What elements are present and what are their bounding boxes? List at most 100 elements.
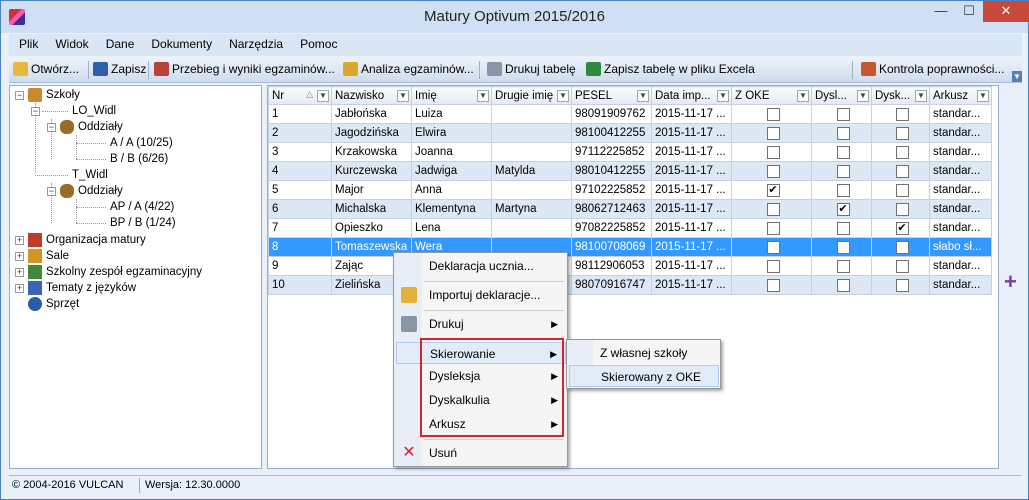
- table-row[interactable]: 3 Krzakowska Joanna 97112225852 2015-11-17 .…: [268, 142, 992, 162]
- toolbar-overflow-icon[interactable]: ▼: [1012, 71, 1022, 82]
- tree-item-class-bp[interactable]: BP / B (1/24): [110, 215, 176, 231]
- cell-pesel[interactable]: 97112225852: [571, 142, 652, 162]
- checkbox[interactable]: [836, 278, 850, 292]
- column-header-nr[interactable]: Nr △ ▼: [268, 86, 332, 105]
- cell-pesel[interactable]: 98010412255: [571, 161, 652, 181]
- open-button[interactable]: Otwórz...: [11, 60, 79, 80]
- menu-pomoc[interactable]: Pomoc: [290, 34, 344, 51]
- cell-data[interactable]: 2015-11-17 ...: [651, 275, 732, 295]
- cell-imie[interactable]: Elwira: [411, 123, 492, 143]
- cell-nr[interactable]: 4: [268, 161, 332, 181]
- cell-drugie[interactable]: [491, 218, 572, 238]
- save-excel-button[interactable]: Zapisz tabelę w pliku Excela: [584, 60, 755, 80]
- filter-dropdown-icon[interactable]: ▼: [477, 90, 489, 102]
- cell-nr[interactable]: 7: [268, 218, 332, 238]
- cell-dysk[interactable]: [871, 180, 930, 200]
- filter-dropdown-icon[interactable]: ▼: [797, 90, 809, 102]
- table-row[interactable]: 4 Kurczewska Jadwiga Matylda 98010412255 2015…: [268, 161, 992, 181]
- cell-nr[interactable]: 3: [268, 142, 332, 162]
- cell-dysk[interactable]: ✔: [871, 218, 930, 238]
- cell-arkusz[interactable]: standar...: [929, 218, 992, 238]
- checkbox[interactable]: [895, 259, 909, 273]
- cell-dysk[interactable]: [871, 161, 930, 181]
- checkbox[interactable]: [895, 145, 909, 159]
- cell-data[interactable]: 2015-11-17 ...: [651, 180, 732, 200]
- cell-arkusz[interactable]: standar...: [929, 180, 992, 200]
- menu-dane[interactable]: Dane: [96, 34, 142, 51]
- checkbox[interactable]: ✔: [836, 202, 850, 216]
- menu-item-print[interactable]: Drukuj ▶: [396, 313, 566, 335]
- filter-dropdown-icon[interactable]: ▼: [717, 90, 729, 102]
- tree-expand-icon[interactable]: +: [15, 284, 24, 293]
- cell-nazwisko[interactable]: Opieszko: [331, 218, 412, 238]
- table-row[interactable]: 7 Opieszko Lena 97082225852 2015-11-17 ... ✔ s…: [268, 218, 992, 238]
- tree-item-sale[interactable]: Sale: [46, 248, 69, 264]
- checkbox[interactable]: [895, 183, 909, 197]
- checkbox[interactable]: [766, 259, 780, 273]
- cell-imie[interactable]: Luiza: [411, 104, 492, 124]
- save-button[interactable]: Zapisz: [91, 60, 146, 80]
- table-row[interactable]: 5 Major Anna 97102225852 2015-11-17 ... ✔ stan…: [268, 180, 992, 200]
- checkbox[interactable]: [836, 107, 850, 121]
- checkbox[interactable]: [836, 221, 850, 235]
- checkbox[interactable]: ✔: [766, 183, 780, 197]
- column-header-z-oke[interactable]: Z OKE ▼: [731, 86, 812, 105]
- cell-dysk[interactable]: [871, 123, 930, 143]
- checkbox[interactable]: [836, 259, 850, 273]
- tree-item-sprzet[interactable]: Sprzęt: [46, 296, 79, 312]
- cell-data[interactable]: 2015-11-17 ...: [651, 104, 732, 124]
- cell-arkusz[interactable]: standar...: [929, 161, 992, 181]
- cell-nr[interactable]: 1: [268, 104, 332, 124]
- maximize-button[interactable]: ☐: [955, 1, 983, 22]
- checkbox[interactable]: [836, 164, 850, 178]
- cell-oke[interactable]: [731, 104, 812, 124]
- tree-collapse-icon[interactable]: −: [47, 187, 56, 196]
- cell-drugie[interactable]: [491, 123, 572, 143]
- checkbox[interactable]: [766, 202, 780, 216]
- tree-item-szkoly[interactable]: Szkoły: [46, 87, 80, 103]
- cell-arkusz[interactable]: standar...: [929, 275, 992, 295]
- cell-dysk[interactable]: [871, 104, 930, 124]
- tree-item-oddzialy-2[interactable]: Oddziały: [78, 183, 123, 199]
- cell-oke[interactable]: [731, 123, 812, 143]
- cell-dysl[interactable]: [811, 123, 872, 143]
- cell-arkusz[interactable]: standar...: [929, 104, 992, 124]
- column-header-data-importu[interactable]: Data imp... ▼: [651, 86, 732, 105]
- checkbox[interactable]: [895, 164, 909, 178]
- checkbox[interactable]: [895, 202, 909, 216]
- table-row[interactable]: 6 Michalska Klementyna Martyna 98062712463 20…: [268, 199, 992, 219]
- filter-dropdown-icon[interactable]: ▼: [857, 90, 869, 102]
- table-row[interactable]: 8 Tomaszewska Wera 98100708069 2015-11-17 ..…: [268, 237, 992, 257]
- cell-data[interactable]: 2015-11-17 ...: [651, 237, 732, 257]
- cell-nr[interactable]: 2: [268, 123, 332, 143]
- menu-item-delete[interactable]: ✕ Usuń: [396, 442, 566, 464]
- column-header-imie[interactable]: Imię ▼: [411, 86, 492, 105]
- cell-nazwisko[interactable]: Krzakowska: [331, 142, 412, 162]
- tree-item-t-widl[interactable]: T_Widl: [72, 167, 108, 183]
- filter-dropdown-icon[interactable]: ▼: [317, 90, 329, 102]
- cell-drugie[interactable]: [491, 142, 572, 162]
- cell-nazwisko[interactable]: Jagodzińska: [331, 123, 412, 143]
- tree-collapse-icon[interactable]: −: [47, 123, 56, 132]
- cell-dysl[interactable]: ✔: [811, 199, 872, 219]
- menu-dokumenty[interactable]: Dokumenty: [141, 34, 219, 51]
- cell-nr[interactable]: 5: [268, 180, 332, 200]
- cell-pesel[interactable]: 98062712463: [571, 199, 652, 219]
- tree-expand-icon[interactable]: +: [15, 236, 24, 245]
- submenu-item-from-oke[interactable]: Skierowany z OKE: [569, 365, 719, 387]
- check-button[interactable]: Kontrola poprawności...: [859, 60, 1004, 80]
- cell-dysl[interactable]: [811, 142, 872, 162]
- cell-dysk[interactable]: [871, 199, 930, 219]
- checkbox[interactable]: ✔: [895, 221, 909, 235]
- cell-drugie[interactable]: Matylda: [491, 161, 572, 181]
- checkbox[interactable]: [766, 164, 780, 178]
- checkbox[interactable]: [836, 145, 850, 159]
- cell-dysl[interactable]: [811, 237, 872, 257]
- cell-dysl[interactable]: [811, 256, 872, 276]
- cell-oke[interactable]: [731, 218, 812, 238]
- menu-item-import[interactable]: Importuj deklaracje...: [396, 284, 566, 306]
- cell-oke[interactable]: [731, 199, 812, 219]
- table-row[interactable]: 1 Jabłońska Luiza 98091909762 2015-11-17 ...…: [268, 104, 992, 124]
- tree-item-oddzialy[interactable]: Oddziały: [78, 119, 123, 135]
- print-table-button[interactable]: Drukuj tabelę: [485, 60, 576, 80]
